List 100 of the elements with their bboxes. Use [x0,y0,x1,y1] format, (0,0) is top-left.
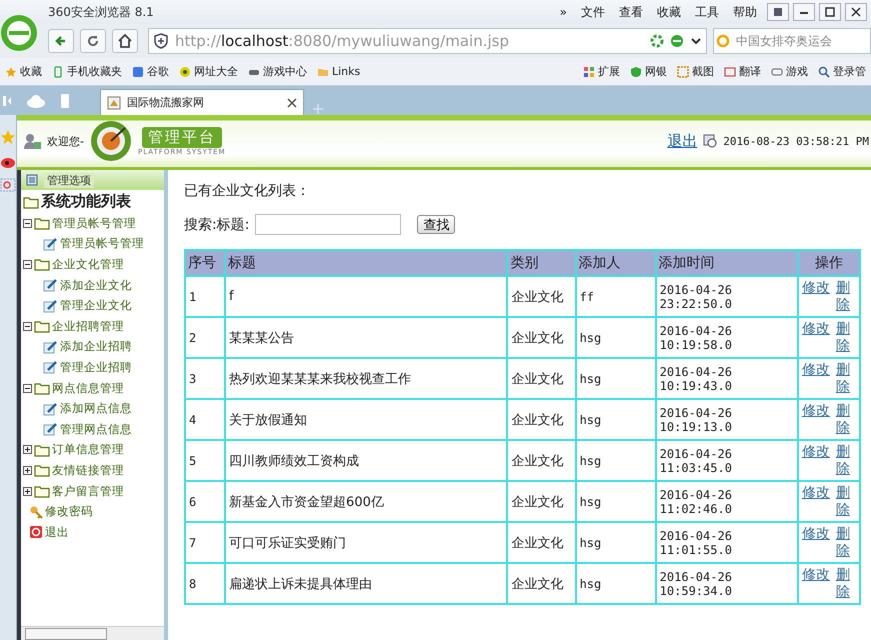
table-cell: 2016-04-26 23:22:50.0 [656,277,797,316]
menu-item[interactable]: 查看 [619,4,643,20]
scrollbar[interactable] [21,626,164,640]
url-text: http://localhost:8080/mywuliuwang/main.jsp [175,32,510,50]
table-cell: 1 [186,277,224,316]
refresh-button[interactable] [80,29,106,53]
menu-item[interactable]: 友情链接管理 [52,462,124,478]
maximize-icon[interactable] [823,5,837,19]
action-link[interactable]: 修改 [802,280,830,296]
expand-icon[interactable] [23,486,32,496]
back-button[interactable] [48,29,74,53]
toolbar-button[interactable]: 截图 [672,64,719,79]
action-link[interactable]: 删除 [836,566,850,600]
menu-item[interactable]: 企业文化管理 [52,256,124,272]
collapse-icon[interactable] [23,218,32,228]
action-link[interactable]: 修改 [802,444,830,460]
action-link[interactable]: 删除 [836,362,850,396]
action-link[interactable]: 删除 [836,484,850,518]
address-bar[interactable]: http://localhost:8080/mywuliuwang/main.jsp [148,28,707,54]
table-cell: hsg [576,359,655,398]
star-icon [5,66,17,78]
table-cell: 2016-04-26 11:01:55.0 [656,523,797,562]
bookmark-link[interactable]: 谷歌 [127,64,174,79]
collapse-icon[interactable] [23,384,32,393]
edit-icon [43,236,58,251]
collapse-icon[interactable] [23,260,32,269]
bookmark-link[interactable]: 游戏中心 [243,64,312,79]
more-menu-button[interactable]: » [560,5,567,19]
menu-item[interactable]: 退出 [45,524,69,540]
table-cell: 企业文化 [508,441,575,480]
menu-item[interactable]: 添加企业文化 [60,278,132,293]
list-heading: 已有企业文化列表： [184,182,311,200]
menu-item[interactable]: 添加企业招聘 [60,339,132,354]
menu-item[interactable]: 管理员帐号管理 [52,216,136,231]
menu-item[interactable]: 修改密码 [45,504,93,520]
action-link[interactable]: 修改 [802,362,830,378]
menu-item[interactable]: 客户留言管理 [52,484,124,499]
welcome-text: 欢迎您- [47,134,84,148]
bookmark-link[interactable]: 收藏 [0,64,47,79]
folder-icon [23,194,39,208]
close-icon[interactable] [849,5,863,19]
action-link[interactable]: 修改 [802,320,830,338]
star-icon[interactable] [0,129,16,145]
bookmark-link[interactable]: Links [312,65,366,78]
home-button[interactable] [112,29,138,53]
close-icon[interactable] [287,98,297,108]
column-header: 标题 [226,251,506,275]
action-link[interactable]: 删除 [836,320,850,354]
menu-item[interactable]: 工具 [695,4,719,20]
action-link[interactable]: 修改 [802,484,830,502]
sidebar-toggle-icon[interactable] [2,94,12,108]
toolbar-button[interactable]: 扩展 [578,64,625,79]
action-link[interactable]: 删除 [836,280,850,314]
table-cell: 2016-04-26 10:59:34.0 [656,564,797,603]
menu-item[interactable]: 添加网点信息 [60,401,132,416]
menu-item[interactable]: 管理网点信息 [60,422,132,437]
edit-icon [43,298,58,313]
search-button[interactable]: 查找 [417,215,456,234]
menu-item[interactable]: 文件 [581,4,605,20]
search-field[interactable] [255,214,402,235]
search-field[interactable]: 中国女排夺奥运会 [713,28,871,54]
table-cell: 5 [186,441,224,480]
collapse-icon[interactable] [23,322,32,331]
menu-item[interactable]: 订单信息管理 [52,442,124,458]
table-cell: 新基金入市资金望超600亿 [226,482,506,521]
table-cell: 某某某公告 [226,318,506,357]
edit-icon [43,278,58,292]
table-cell: 4 [186,400,224,439]
menu-item[interactable]: 收藏 [657,4,681,20]
action-link[interactable]: 修改 [802,526,830,542]
action-link[interactable]: 删除 [836,402,850,436]
table-cell: 四川教师绩效工资构成 [226,441,506,480]
menu-item[interactable]: 帮助 [733,4,757,20]
table-cell: 2016-04-26 10:19:58.0 [656,318,797,357]
menu-item[interactable]: 管理企业文化 [60,298,132,314]
menu-item[interactable]: 管理企业招聘 [60,360,132,375]
logout-link[interactable]: 退出 [667,132,698,150]
toolbar-button[interactable]: 翻译 [719,64,766,79]
table-cell: hsg [576,523,655,562]
window-title: 360安全浏览器 8.1 [48,4,155,20]
action-link[interactable]: 删除 [836,444,850,478]
toolbar-button[interactable]: 游戏 [766,64,813,79]
menu-item[interactable]: 企业招聘管理 [52,318,124,334]
toolbar-button[interactable]: 登录管 [813,64,871,79]
menu-item[interactable]: 管理员帐号管理 [60,236,144,252]
action-link[interactable]: 修改 [802,566,830,584]
expand-icon[interactable] [23,466,32,475]
folder-icon [34,216,50,230]
browser-tab[interactable]: 国际物流搬家网 [100,89,304,115]
table-cell: 扁递状上诉未提具体理由 [226,564,506,603]
action-link[interactable]: 修改 [802,402,830,420]
action-link[interactable]: 删除 [836,526,850,560]
bookmark-link[interactable]: 手机收藏夹 [47,64,127,79]
toolbar-button[interactable]: 网银 [625,64,672,79]
menu-item[interactable]: 网点信息管理 [52,380,124,396]
expand-icon[interactable] [23,445,32,454]
user-icon [23,132,41,150]
table-cell: 2 [186,318,224,357]
bookmark-link[interactable]: 网址大全 [174,64,243,79]
edit-icon [43,340,58,354]
